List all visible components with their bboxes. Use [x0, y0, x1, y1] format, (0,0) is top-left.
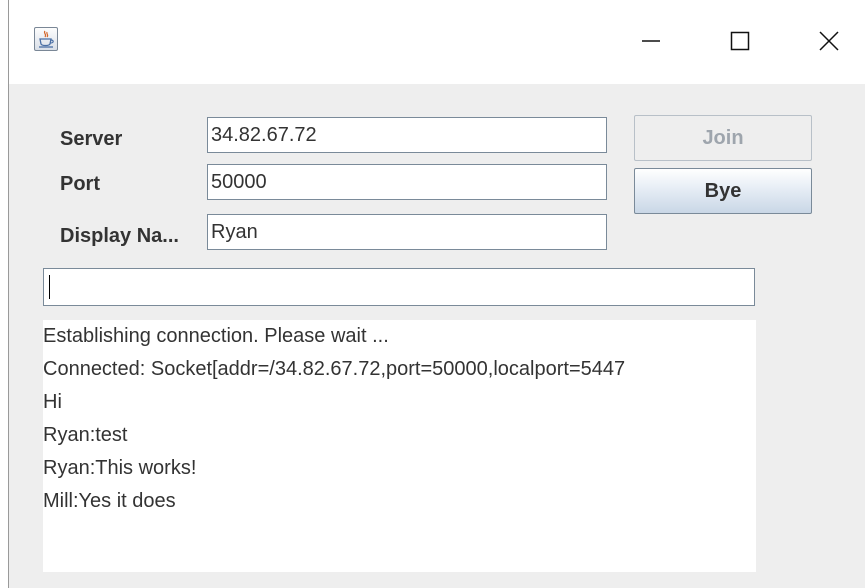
- chat-line: Connected: Socket[addr=/34.82.67.72,port…: [43, 358, 626, 380]
- server-field[interactable]: 34.82.67.72: [207, 117, 607, 153]
- chat-log[interactable]: Establishing connection. Please wait ...…: [43, 320, 756, 572]
- chat-line: Hi: [43, 391, 62, 413]
- display-name-label: Display Na...: [60, 225, 179, 247]
- maximize-button[interactable]: [717, 16, 763, 66]
- chat-line: Establishing connection. Please wait ...: [43, 325, 389, 347]
- title-bar[interactable]: [9, 0, 865, 84]
- port-value: 50000: [211, 171, 267, 193]
- display-name-value: Ryan: [211, 221, 258, 243]
- port-field[interactable]: 50000: [207, 164, 607, 200]
- close-button[interactable]: [806, 16, 852, 66]
- bye-button[interactable]: Bye: [634, 168, 812, 214]
- text-caret: [49, 275, 50, 299]
- chat-lines: Establishing connection. Please wait ...…: [43, 320, 625, 518]
- close-icon: [819, 31, 839, 51]
- chat-line: Mill:Yes it does: [43, 490, 176, 512]
- minimize-icon: [642, 40, 660, 42]
- server-value: 34.82.67.72: [211, 124, 317, 146]
- port-label: Port: [60, 173, 100, 195]
- display-name-field[interactable]: Ryan: [207, 214, 607, 250]
- minimize-button[interactable]: [628, 16, 674, 66]
- chat-line: Ryan:test: [43, 424, 128, 446]
- server-label: Server: [60, 128, 123, 150]
- message-input[interactable]: [43, 268, 755, 306]
- maximize-icon: [730, 31, 750, 51]
- app-window: Server 34.82.67.72 Port 50000 Display Na…: [8, 0, 865, 588]
- java-coffee-cup-icon[interactable]: [34, 27, 58, 51]
- chat-line: Ryan:This works!: [43, 457, 197, 479]
- join-button[interactable]: Join: [634, 115, 812, 161]
